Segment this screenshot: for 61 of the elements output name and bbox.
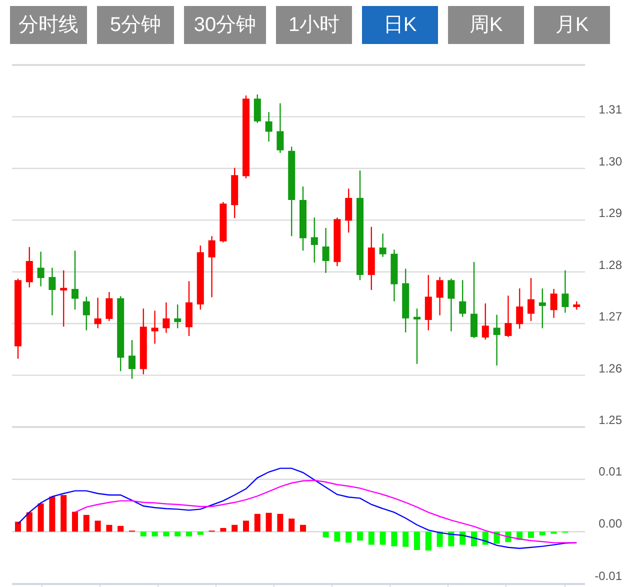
candlestick	[231, 168, 238, 218]
candlestick	[424, 274, 432, 330]
candlestick	[368, 226, 375, 290]
candlestick	[310, 218, 318, 263]
candlestick	[379, 234, 386, 257]
axis-label: 1.31	[598, 102, 622, 117]
candlestick	[276, 103, 284, 153]
axis-label: 1.30	[598, 154, 622, 168]
candlestick	[436, 277, 444, 316]
candlestick	[254, 94, 261, 123]
candlestick	[300, 186, 306, 251]
candlestick	[414, 308, 420, 364]
candlestick	[162, 302, 170, 333]
candlestick	[26, 247, 33, 288]
candlestick	[196, 245, 204, 310]
candlestick	[493, 314, 500, 366]
candlestick	[128, 340, 136, 379]
period-tab[interactable]: 30分钟	[184, 6, 266, 44]
candlestick	[186, 281, 192, 336]
candlestick	[402, 268, 410, 332]
candlestick	[345, 188, 352, 233]
candlestick	[562, 270, 569, 313]
period-tab[interactable]: 分时线	[10, 6, 87, 44]
candlestick	[82, 296, 90, 330]
axis-label: 0.00	[598, 516, 622, 531]
candlestick	[504, 296, 512, 338]
candlestick	[448, 278, 455, 332]
candlestick	[174, 304, 182, 328]
axis-label: 1.29	[598, 206, 622, 220]
candlestick	[220, 202, 227, 242]
candlestick	[322, 228, 330, 273]
candlestick	[48, 268, 56, 316]
period-tab[interactable]: 周K	[448, 6, 524, 44]
candlestick	[72, 250, 78, 310]
candlestick	[573, 301, 580, 310]
period-tab[interactable]: 5分钟	[97, 6, 174, 44]
candlestick	[538, 288, 546, 328]
axis-label: 1.26	[598, 361, 622, 376]
candlestick	[106, 292, 113, 321]
candlestick	[516, 288, 524, 329]
candlestick	[459, 280, 466, 317]
candlestick	[140, 308, 147, 374]
candlestick	[550, 288, 558, 318]
candlestick	[60, 270, 68, 327]
axis-label: 1.27	[598, 310, 622, 324]
candlestick	[151, 310, 158, 344]
candlestick	[390, 250, 398, 302]
candlestick	[528, 278, 534, 321]
axis-label: 1.28	[598, 258, 622, 272]
candlestick	[208, 236, 216, 298]
period-tab[interactable]: 1小时	[276, 6, 352, 44]
candlestick	[334, 218, 341, 266]
period-tab[interactable]: 日K	[362, 6, 438, 44]
candlestick	[37, 252, 44, 286]
period-tab[interactable]: 月K	[534, 6, 610, 44]
axis-label: 0.01	[598, 464, 622, 478]
candlestick	[265, 112, 272, 142]
axis-label: 1.25	[598, 413, 622, 427]
candlestick	[482, 303, 489, 340]
candlestick	[94, 298, 102, 328]
axis-label: -0.01	[594, 569, 622, 583]
